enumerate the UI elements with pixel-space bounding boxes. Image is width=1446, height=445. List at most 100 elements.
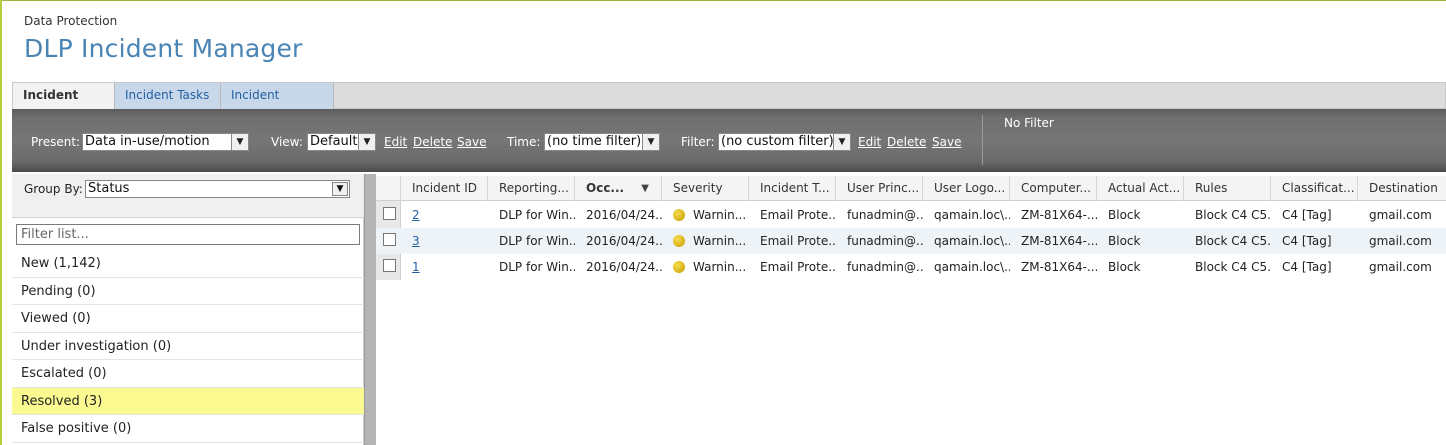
column-header-incident-type[interactable]: Incident T... [749, 176, 836, 201]
groupby-select[interactable]: Status ▼ [85, 180, 350, 198]
tab-incident-history[interactable]: Incident History [221, 83, 334, 127]
status-item-new[interactable]: New (1,142) [12, 250, 364, 278]
column-header-occurred[interactable]: Occ... ▼ [575, 176, 662, 201]
severity-warning-icon [673, 261, 685, 273]
table-row[interactable]: 2 DLP for Win... 2016/04/24... Warnin...… [376, 202, 1446, 228]
select-all-header [376, 176, 401, 201]
column-header-classification[interactable]: Classificat... [1271, 176, 1358, 201]
cell-user-logon: qamain.loc\... [934, 260, 1010, 274]
cell-incident-type: Email Prote... [760, 208, 836, 222]
cell-user-principal: funadmin@... [847, 234, 923, 248]
chevron-down-icon: ▼ [833, 134, 850, 150]
filter-list-input[interactable] [16, 224, 360, 245]
cell-destination: gmail.com [1369, 260, 1432, 274]
status-list: New (1,142) Pending (0) Viewed (0) Under… [12, 250, 364, 443]
groupby-label: Group By: [24, 182, 83, 196]
cell-incident-type: Email Prote... [760, 234, 836, 248]
severity-warning-icon [673, 235, 685, 247]
status-item-false-positive[interactable]: False positive (0) [12, 415, 364, 443]
groupby-bar: Group By: Status ▼ [12, 174, 364, 218]
filter-select[interactable]: (no custom filter) ▼ [718, 133, 851, 151]
column-header-user-principal[interactable]: User Princ... [836, 176, 923, 201]
time-select-value: (no time filter) [547, 134, 642, 149]
filter-label: Filter: [681, 135, 715, 149]
cell-rules: Block C4 C5... [1195, 208, 1271, 222]
severity-warning-icon [673, 209, 685, 221]
cell-destination: gmail.com [1369, 234, 1432, 248]
present-select-value: Data in-use/motion [85, 134, 210, 149]
table-row[interactable]: 1 DLP for Win... 2016/04/24... Warnin...… [376, 254, 1446, 280]
column-header-rules[interactable]: Rules [1184, 176, 1271, 201]
window-top-border [0, 0, 1446, 1]
view-edit-link[interactable]: Edit [384, 135, 407, 149]
cell-user-principal: funadmin@... [847, 260, 923, 274]
cell-classification: C4 [Tag] [1282, 260, 1332, 274]
cell-incident-type: Email Prote... [760, 260, 836, 274]
filter-save-link[interactable]: Save [932, 135, 961, 149]
time-select[interactable]: (no time filter) ▼ [544, 133, 660, 151]
cell-rules: Block C4 C5... [1195, 234, 1271, 248]
chevron-down-icon: ▼ [642, 134, 659, 150]
column-header-reporting[interactable]: Reporting... [488, 176, 575, 201]
filter-delete-link[interactable]: Delete [887, 135, 926, 149]
incident-id-link[interactable]: 3 [412, 234, 420, 248]
status-item-under-investigation[interactable]: Under investigation (0) [12, 333, 364, 360]
view-select-value: Default [310, 134, 358, 149]
cell-classification: C4 [Tag] [1282, 208, 1332, 222]
status-item-escalated[interactable]: Escalated (0) [12, 360, 364, 388]
groupby-select-value: Status [88, 181, 130, 196]
cell-occurred: 2016/04/24... [586, 234, 662, 248]
cell-reporting: DLP for Win... [499, 208, 575, 222]
status-item-viewed[interactable]: Viewed (0) [12, 305, 364, 333]
chevron-down-icon: ▼ [332, 182, 348, 196]
view-label: View: [271, 135, 303, 149]
tab-bar: Incident List Incident Tasks Incident Hi… [12, 82, 1446, 127]
panel-splitter[interactable] [364, 174, 376, 445]
view-save-link[interactable]: Save [457, 135, 486, 149]
column-header-computer[interactable]: Computer... [1010, 176, 1097, 201]
present-select[interactable]: Data in-use/motion ▼ [82, 133, 249, 151]
cell-reporting: DLP for Win... [499, 234, 575, 248]
window-left-border [0, 0, 2, 445]
column-header-incident-id[interactable]: Incident ID [401, 176, 488, 201]
time-label: Time: [507, 135, 541, 149]
view-select[interactable]: Default ▼ [307, 133, 376, 151]
row-checkbox[interactable] [383, 233, 396, 246]
incident-id-link[interactable]: 1 [412, 260, 420, 274]
status-item-resolved[interactable]: Resolved (3) [12, 387, 364, 415]
table-row[interactable]: 3 DLP for Win... 2016/04/24... Warnin...… [376, 228, 1446, 254]
column-header-destination[interactable]: Destination [1358, 176, 1446, 201]
toolbar-divider [982, 115, 983, 165]
view-delete-link[interactable]: Delete [413, 135, 452, 149]
cell-action: Block [1108, 208, 1141, 222]
cell-occurred: 2016/04/24... [586, 260, 662, 274]
toolbar: Present: Data in-use/motion ▼ View: Defa… [12, 109, 1446, 172]
cell-classification: C4 [Tag] [1282, 234, 1332, 248]
row-checkbox[interactable] [383, 207, 396, 220]
tab-incident-list[interactable]: Incident List [13, 83, 115, 127]
cell-reporting: DLP for Win... [499, 260, 575, 274]
tab-incident-tasks[interactable]: Incident Tasks [115, 83, 221, 109]
row-checkbox[interactable] [383, 259, 396, 272]
severity-label: Warnin... [693, 208, 747, 222]
breadcrumb: Data Protection [24, 14, 118, 28]
cell-computer: ZM-81X64-... [1021, 234, 1097, 248]
filter-edit-link[interactable]: Edit [858, 135, 881, 149]
column-header-severity[interactable]: Severity [662, 176, 749, 201]
incident-grid: Incident ID Reporting... Occ... ▼ Severi… [376, 176, 1446, 445]
filter-select-value: (no custom filter) [721, 134, 834, 149]
status-item-pending[interactable]: Pending (0) [12, 278, 364, 305]
cell-user-principal: funadmin@... [847, 208, 923, 222]
severity-label: Warnin... [693, 234, 747, 248]
severity-label: Warnin... [693, 260, 747, 274]
cell-user-logon: qamain.loc\... [934, 234, 1010, 248]
incident-id-link[interactable]: 2 [412, 208, 420, 222]
column-header-occurred-label: Occ... [586, 181, 625, 195]
chevron-down-icon: ▼ [358, 134, 375, 150]
column-header-actual-action[interactable]: Actual Act... [1097, 176, 1184, 201]
chevron-down-icon: ▼ [231, 134, 248, 150]
column-header-user-logon[interactable]: User Logo... [923, 176, 1010, 201]
cell-action: Block [1108, 234, 1141, 248]
cell-destination: gmail.com [1369, 208, 1432, 222]
page-title: DLP Incident Manager [24, 34, 303, 63]
